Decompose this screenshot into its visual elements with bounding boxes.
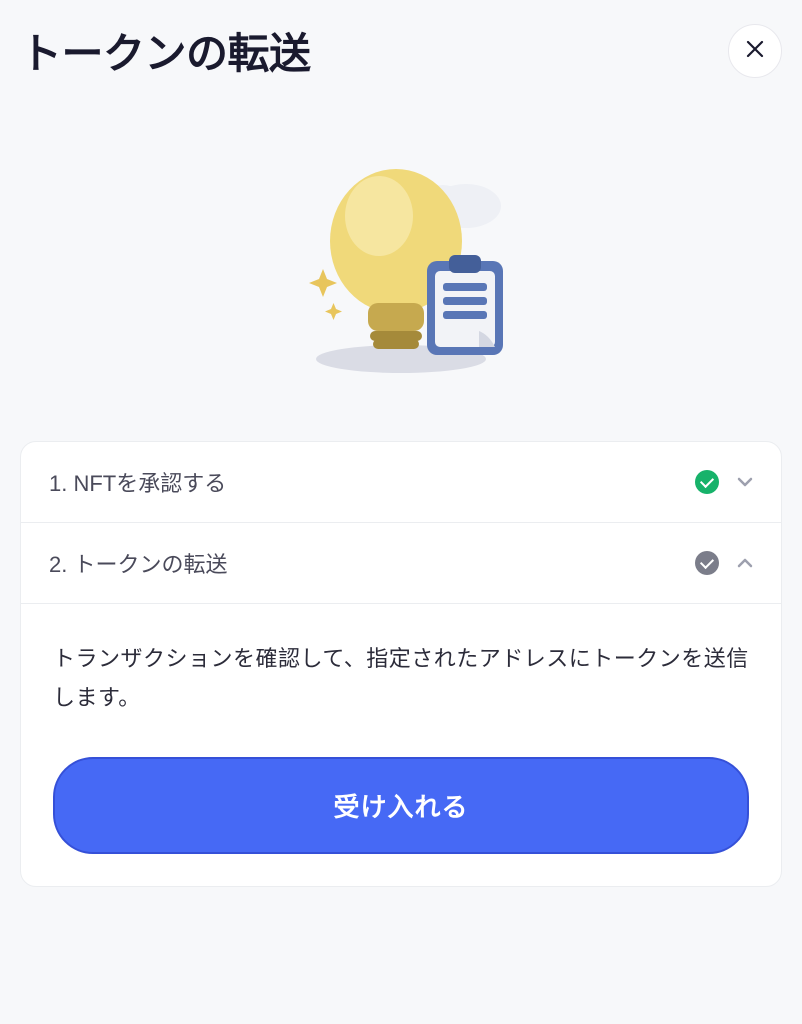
step-2-description: トランザクションを確認して、指定されたアドレスにトークンを送信します。 bbox=[53, 640, 749, 717]
step-1-right bbox=[695, 470, 753, 494]
illustration-lightbulb-clipboard bbox=[20, 111, 782, 411]
step-2-label: 2. トークンの転送 bbox=[49, 547, 227, 579]
chevron-down-icon bbox=[737, 477, 753, 487]
close-button[interactable] bbox=[728, 24, 782, 78]
step-1-label: 1. NFTを承認する bbox=[49, 466, 226, 498]
step-1-header[interactable]: 1. NFTを承認する bbox=[21, 442, 781, 523]
modal-title: トークンの転送 bbox=[20, 20, 311, 81]
check-circle-icon bbox=[695, 551, 719, 575]
step-2-right bbox=[695, 551, 753, 575]
chevron-up-icon bbox=[737, 558, 753, 568]
steps-accordion: 1. NFTを承認する 2. トークンの転送 トランザクションを確認して、指定さ… bbox=[20, 441, 782, 887]
check-circle-icon bbox=[695, 470, 719, 494]
modal-header: トークンの転送 bbox=[20, 20, 782, 81]
step-2-body: トランザクションを確認して、指定されたアドレスにトークンを送信します。 受け入れ… bbox=[21, 604, 781, 886]
close-icon bbox=[746, 37, 764, 65]
accept-button[interactable]: 受け入れる bbox=[53, 757, 749, 854]
step-2-header[interactable]: 2. トークンの転送 bbox=[21, 523, 781, 604]
